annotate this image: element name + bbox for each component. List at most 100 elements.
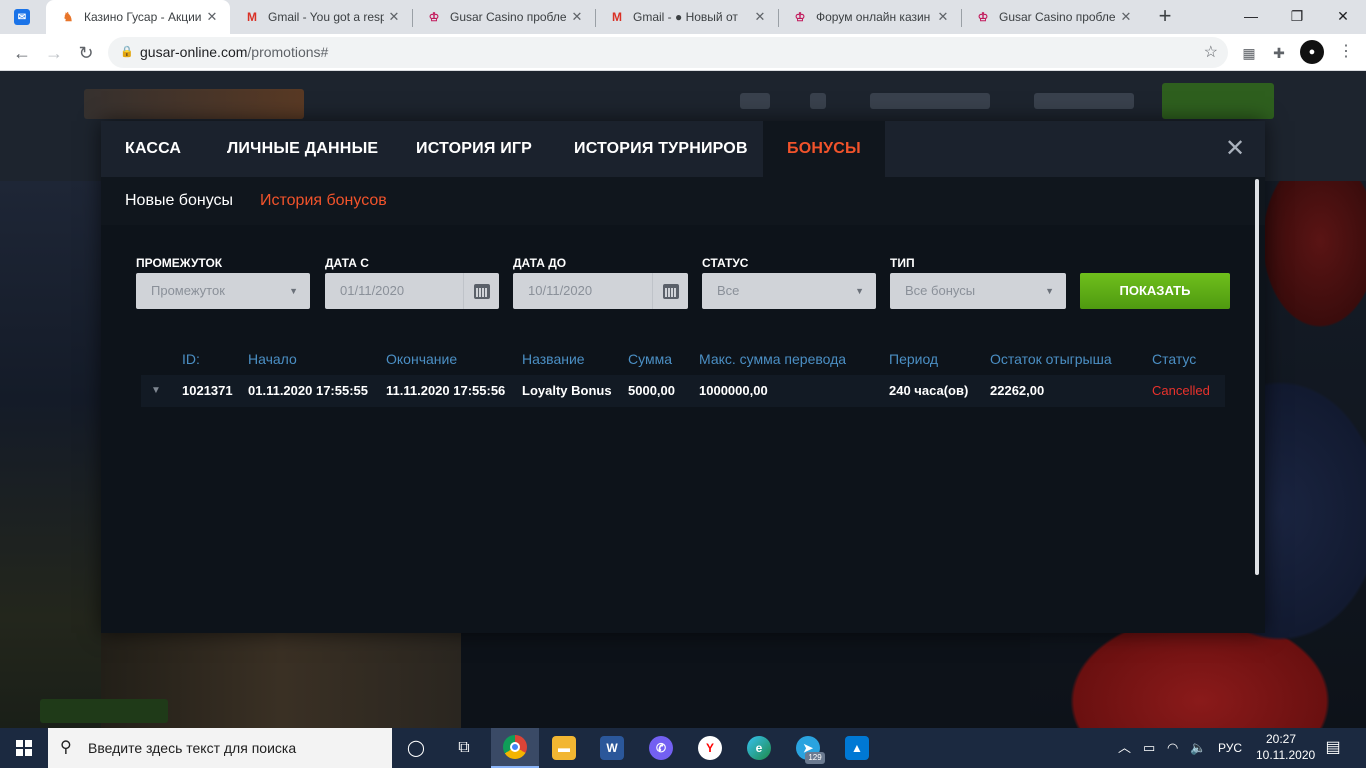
tab-bonuses[interactable]: БОНУСЫ: [763, 121, 885, 177]
status-select[interactable]: Все ▼: [702, 273, 876, 309]
restore-button[interactable]: ❐: [1274, 0, 1320, 34]
close-tab-icon[interactable]: ✕: [1116, 9, 1136, 25]
tab-cashier[interactable]: КАССА: [125, 121, 181, 177]
bonus-subnav: Новые бонусы История бонусов: [101, 177, 1265, 225]
bonus-history-content: ПРОМЕЖУТОК Промежуток ▼ ДАТА С 01/11/202…: [101, 225, 1265, 633]
header-item: [810, 93, 826, 109]
search-icon: ⚲: [60, 739, 72, 756]
windows-taskbar: ⚲ Введите здесь текст для поиска ◯ ⧉ ▬ W…: [0, 728, 1366, 768]
show-hidden-icons[interactable]: ︿: [1118, 728, 1131, 768]
tab-gusar-forum-2[interactable]: ♔ Gusar Casino пробле ✕: [961, 0, 1144, 34]
col-header-name: Название: [522, 351, 585, 367]
close-tab-icon[interactable]: ✕: [567, 9, 587, 25]
tab-gmail-2[interactable]: M Gmail - ● Новый от ✕: [595, 0, 778, 34]
minimize-button[interactable]: —: [1228, 0, 1274, 34]
date-to-input[interactable]: 10/11/2020: [513, 273, 688, 309]
calendar-icon[interactable]: [463, 273, 499, 309]
cortana-icon[interactable]: ◯: [392, 728, 440, 768]
header-item: [1034, 93, 1134, 109]
battery-icon[interactable]: ▭: [1143, 728, 1155, 768]
clock-date: 10.11.2020: [1256, 748, 1316, 762]
tab-title: Gusar Casino пробле: [450, 10, 567, 24]
type-select[interactable]: Все бонусы ▼: [890, 273, 1066, 309]
wifi-icon[interactable]: ◠: [1167, 728, 1178, 768]
site-logo: [84, 89, 304, 119]
profile-avatar-icon[interactable]: ●: [1300, 40, 1324, 64]
close-tab-icon[interactable]: ✕: [933, 9, 953, 25]
new-tab-button[interactable]: +: [1152, 4, 1178, 30]
tab-game-history[interactable]: ИСТОРИЯ ИГР: [416, 121, 532, 177]
file-explorer-icon[interactable]: ▬: [540, 728, 588, 768]
cell-start: 01.11.2020 17:55:55: [248, 383, 368, 398]
yandex-browser-icon[interactable]: Y: [686, 728, 734, 768]
subtab-bonus-history[interactable]: История бонусов: [260, 177, 387, 225]
modal-scrollbar[interactable]: [1255, 179, 1259, 575]
bookmark-star-icon[interactable]: ☆: [1204, 37, 1218, 68]
tab-pinned-mail[interactable]: ✉: [0, 0, 46, 34]
date-from-input[interactable]: 01/11/2020: [325, 273, 499, 309]
close-tab-icon[interactable]: ✕: [202, 9, 222, 25]
account-modal: КАССА ЛИЧНЫЕ ДАННЫЕ ИСТОРИЯ ИГР ИСТОРИЯ …: [101, 121, 1265, 633]
col-header-max-transfer: Макс. сумма перевода: [699, 351, 847, 367]
address-bar[interactable]: 🔒 gusar-online.com/promotions# ☆: [108, 37, 1228, 68]
tab-casino-forum[interactable]: ♔ Форум онлайн казин ✕: [778, 0, 961, 34]
start-button[interactable]: [0, 728, 48, 768]
chevron-down-icon: ▼: [1045, 286, 1054, 296]
system-clock[interactable]: 20:27 10.11.2020: [1256, 731, 1316, 763]
close-tab-icon[interactable]: ✕: [750, 9, 770, 25]
promo-cards-background: [0, 181, 101, 728]
tab-gmail-1[interactable]: M Gmail - You got a resp ✕: [230, 0, 412, 34]
task-view-icon[interactable]: ⧉: [440, 728, 488, 768]
browser-tab-strip: ✉ ♞ Казино Гусар - Акции ✕ M Gmail - You…: [0, 0, 1366, 34]
word-icon[interactable]: W: [588, 728, 636, 768]
photos-icon[interactable]: ▲: [833, 728, 881, 768]
type-label: ТИП: [890, 256, 915, 270]
period-select[interactable]: Промежуток ▼: [136, 273, 310, 309]
notifications-icon[interactable]: ▤: [1318, 728, 1348, 768]
volume-icon[interactable]: 🔈: [1190, 728, 1206, 768]
date-to-value: 10/11/2020: [528, 283, 593, 298]
browser-toolbar: ← → ↻ 🔒 gusar-online.com/promotions# ☆ ▦…: [0, 34, 1366, 71]
col-header-wager-remaining: Остаток отыгрыша: [990, 351, 1112, 367]
gusar-icon: ♞: [62, 10, 74, 24]
calendar-icon[interactable]: [652, 273, 688, 309]
col-header-start: Начало: [248, 351, 297, 367]
viber-icon[interactable]: ✆: [637, 728, 685, 768]
browser-menu-icon[interactable]: ⋮: [1336, 40, 1356, 64]
edge-icon[interactable]: e: [735, 728, 783, 768]
tab-gusar-promotions[interactable]: ♞ Казино Гусар - Акции ✕: [46, 0, 230, 34]
forward-button[interactable]: →: [40, 39, 68, 67]
status-label: СТАТУС: [702, 256, 749, 270]
close-window-button[interactable]: ✕: [1320, 0, 1366, 34]
col-header-amount: Сумма: [628, 351, 672, 367]
close-icon[interactable]: ✕: [1223, 135, 1247, 163]
tab-title: Gusar Casino пробле: [999, 10, 1116, 24]
date-to-label: ДАТА ДО: [513, 256, 567, 270]
tab-gusar-forum-1[interactable]: ♔ Gusar Casino пробле ✕: [412, 0, 595, 34]
show-button[interactable]: ПОКАЗАТЬ: [1080, 273, 1230, 309]
tab-tournament-history[interactable]: ИСТОРИЯ ТУРНИРОВ: [574, 121, 748, 177]
cell-wager-remaining: 22262,00: [990, 383, 1045, 398]
cell-status: Cancelled: [1152, 383, 1210, 398]
forum-icon: ♔: [794, 10, 806, 24]
chrome-taskbar-icon[interactable]: [491, 728, 539, 768]
table-row[interactable]: ▼ 1021371 01.11.2020 17:55:55 11.11.2020…: [141, 375, 1225, 407]
telegram-unread-badge: 129: [805, 752, 825, 764]
col-header-end: Окончание: [386, 351, 458, 367]
subtab-new-bonuses[interactable]: Новые бонусы: [125, 177, 233, 225]
close-tab-icon[interactable]: ✕: [384, 9, 404, 25]
extension-icon[interactable]: ▦: [1238, 42, 1260, 64]
cell-max-transfer: 1000000,00: [699, 383, 768, 398]
header-item: [870, 93, 990, 109]
language-indicator[interactable]: РУС: [1218, 728, 1242, 768]
puzzle-extensions-icon[interactable]: ✚: [1268, 42, 1290, 64]
back-button[interactable]: ←: [8, 39, 36, 67]
cell-end: 11.11.2020 17:55:56: [386, 383, 506, 398]
site-cta-button[interactable]: [1162, 83, 1274, 119]
lock-icon: 🔒: [120, 46, 134, 58]
tab-personal-data[interactable]: ЛИЧНЫЕ ДАННЫЕ: [227, 121, 378, 177]
chevron-down-icon: ▼: [289, 286, 298, 296]
expand-row-icon[interactable]: ▼: [151, 375, 161, 407]
reload-button[interactable]: ↻: [72, 39, 100, 67]
taskbar-search[interactable]: ⚲ Введите здесь текст для поиска: [48, 728, 392, 768]
